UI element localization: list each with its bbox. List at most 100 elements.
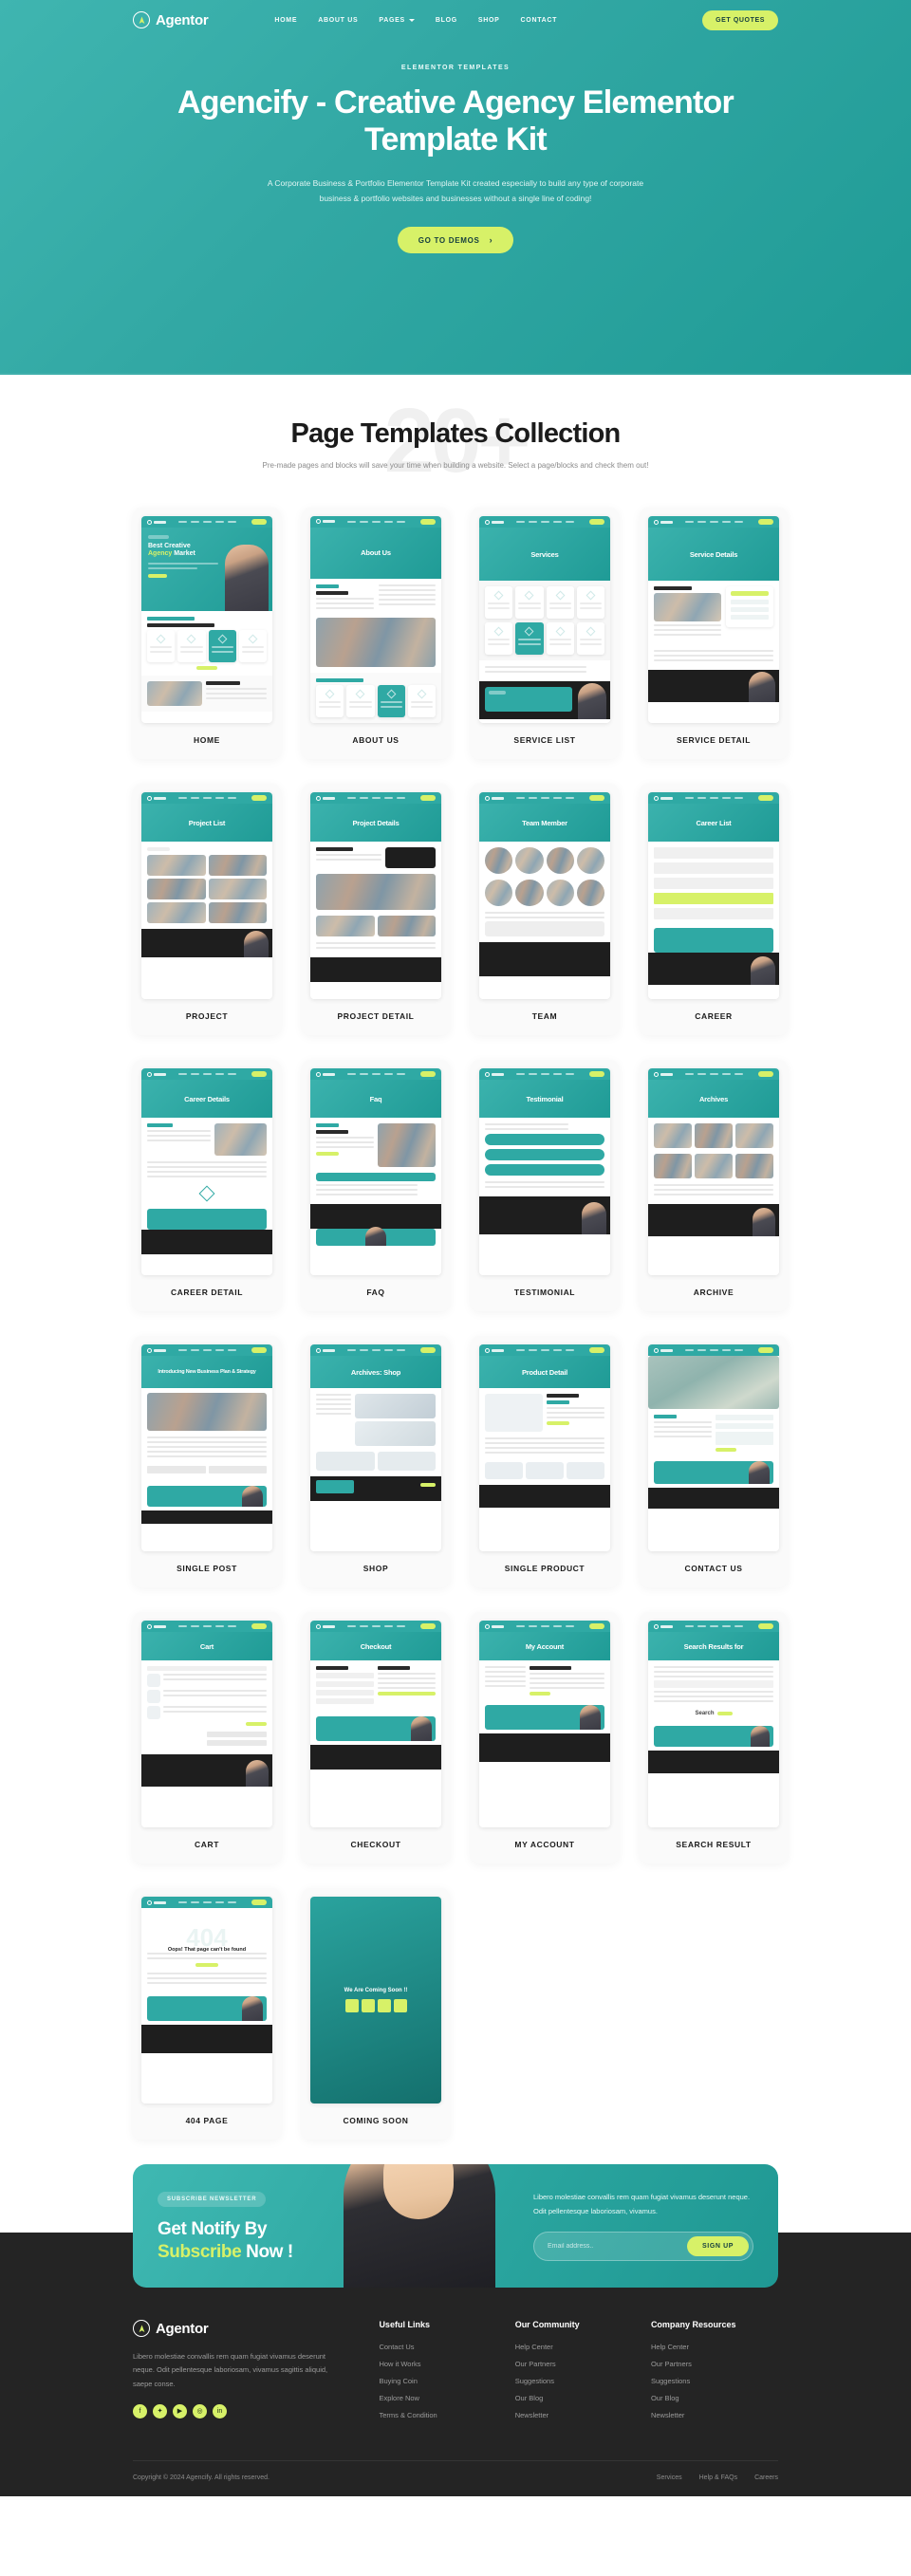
- signup-button[interactable]: SIGN UP: [687, 2236, 749, 2257]
- template-card[interactable]: Best Creative Agency Market HOME: [133, 508, 281, 759]
- mock-navbar: [479, 516, 610, 528]
- template-card[interactable]: Checkout CHECKOUT: [302, 1612, 450, 1863]
- footer-bottom-link[interactable]: Careers: [754, 2474, 778, 2481]
- nav-label: CONTACT: [520, 16, 558, 24]
- mock-navbar: [141, 792, 272, 804]
- template-thumbnail[interactable]: Project List: [141, 792, 272, 999]
- template-card[interactable]: Team Member TEAM: [471, 784, 619, 1035]
- template-thumbnail[interactable]: Project Details: [310, 792, 441, 999]
- template-card[interactable]: My Account MY ACCOUNT: [471, 1612, 619, 1863]
- template-card-label: HOME: [194, 735, 220, 745]
- footer-link[interactable]: Our Partners: [651, 2360, 778, 2368]
- footer-bottom-link[interactable]: Help & FAQs: [699, 2474, 737, 2481]
- template-thumbnail[interactable]: Archives: Shop: [310, 1344, 441, 1551]
- instagram-icon[interactable]: ◎: [193, 2403, 207, 2418]
- template-card[interactable]: Services SERVICE LIST: [471, 508, 619, 759]
- template-card-label: SERVICE DETAIL: [677, 735, 751, 745]
- template-thumbnail[interactable]: Best Creative Agency Market: [141, 516, 272, 723]
- email-input[interactable]: [548, 2243, 688, 2251]
- mock-navbar: [310, 792, 441, 804]
- nav-item-about-us[interactable]: ABOUT US: [318, 17, 358, 24]
- footer-logo[interactable]: Agentor: [133, 2320, 344, 2337]
- footer-link[interactable]: Newsletter: [651, 2411, 778, 2419]
- template-card[interactable]: Project List PROJECT: [133, 784, 281, 1035]
- footer-bottom-link[interactable]: Services: [657, 2474, 682, 2481]
- go-to-demos-button[interactable]: GO TO DEMOS ›: [397, 227, 514, 254]
- nav-item-blog[interactable]: BLOG: [436, 17, 457, 24]
- template-card[interactable]: Career Details CAREER DETAIL: [133, 1060, 281, 1311]
- footer-link[interactable]: Suggestions: [515, 2377, 617, 2385]
- youtube-icon[interactable]: ▶: [173, 2403, 187, 2418]
- template-card[interactable]: 404 Oops! That page can't be found 404 PAG…: [133, 1888, 281, 2140]
- template-card[interactable]: Project Details PROJECT DETAIL: [302, 784, 450, 1035]
- template-card[interactable]: Archives ARCHIVE: [640, 1060, 788, 1311]
- footer-link[interactable]: Help Center: [515, 2343, 617, 2351]
- mock-navbar: [479, 792, 610, 804]
- template-thumbnail[interactable]: [648, 1344, 779, 1551]
- footer-link[interactable]: Contact Us: [379, 2343, 480, 2351]
- footer-link[interactable]: Terms & Condition: [379, 2411, 480, 2419]
- template-card[interactable]: CONTACT US: [640, 1336, 788, 1587]
- mock-banner: Checkout: [310, 1632, 441, 1660]
- linkedin-icon[interactable]: in: [213, 2403, 227, 2418]
- template-card[interactable]: Cart CART: [133, 1612, 281, 1863]
- template-card[interactable]: Search Results for Search SEARCH RESULT: [640, 1612, 788, 1863]
- nav-label: ABOUT US: [318, 16, 359, 24]
- logo-mark-icon: [133, 11, 150, 28]
- nav-item-contact[interactable]: CONTACT: [521, 17, 558, 24]
- footer-link[interactable]: Our Blog: [651, 2394, 778, 2402]
- template-card[interactable]: Career List CAREER: [640, 784, 788, 1035]
- mock-banner: Testimonial: [479, 1080, 610, 1118]
- template-thumbnail[interactable]: Cart: [141, 1621, 272, 1827]
- grid-row: 404 Oops! That page can't be found 404 PAG…: [133, 1888, 778, 2140]
- template-thumbnail[interactable]: 404 Oops! That page can't be found: [141, 1897, 272, 2103]
- footer-link[interactable]: Our Blog: [515, 2394, 617, 2402]
- mock-navbar: [479, 1068, 610, 1080]
- footer-link[interactable]: Buying Coin: [379, 2377, 480, 2385]
- template-card-label: SEARCH RESULT: [676, 1840, 752, 1849]
- site-logo[interactable]: Agentor: [133, 11, 209, 28]
- template-card-label: SHOP: [363, 1564, 389, 1573]
- mock-navbar: [310, 1621, 441, 1632]
- template-card-label: 404 PAGE: [185, 2116, 229, 2125]
- template-thumbnail[interactable]: Faq: [310, 1068, 441, 1275]
- footer-link[interactable]: Help Center: [651, 2343, 778, 2351]
- template-card[interactable]: Product Detail SINGLE PRODUCT: [471, 1336, 619, 1587]
- template-thumbnail[interactable]: Introducing New Business Plan & Strategy: [141, 1344, 272, 1551]
- template-thumbnail[interactable]: Career List: [648, 792, 779, 999]
- mock-banner: Service Details: [648, 528, 779, 581]
- template-thumbnail[interactable]: Team Member: [479, 792, 610, 999]
- template-card[interactable]: We Are Coming Soon !! COMING SOON: [302, 1888, 450, 2140]
- template-card[interactable]: Testimonial TESTIMONIAL: [471, 1060, 619, 1311]
- template-card[interactable]: Introducing New Business Plan & Strategy…: [133, 1336, 281, 1587]
- get-quotes-button[interactable]: GET QUOTES: [702, 9, 778, 30]
- template-thumbnail[interactable]: Checkout: [310, 1621, 441, 1827]
- footer-link[interactable]: How it Works: [379, 2360, 480, 2368]
- facebook-icon[interactable]: f: [133, 2403, 147, 2418]
- footer-link[interactable]: Our Partners: [515, 2360, 617, 2368]
- template-thumbnail[interactable]: Career Details: [141, 1068, 272, 1275]
- template-thumbnail[interactable]: Archives: [648, 1068, 779, 1275]
- nav-item-pages[interactable]: PAGES: [379, 17, 415, 24]
- template-thumbnail[interactable]: My Account: [479, 1621, 610, 1827]
- hero-section: Agentor HOME ABOUT US PAGES BLOG SHOP CO…: [0, 0, 911, 375]
- twitter-icon[interactable]: ✦: [153, 2403, 167, 2418]
- template-thumbnail[interactable]: We Are Coming Soon !!: [310, 1897, 441, 2103]
- template-card[interactable]: Service Details SERVICE DETAIL: [640, 508, 788, 759]
- template-thumbnail[interactable]: Product Detail: [479, 1344, 610, 1551]
- template-thumbnail[interactable]: About Us: [310, 516, 441, 723]
- template-card[interactable]: Archives: Shop SHOP: [302, 1336, 450, 1587]
- template-thumbnail[interactable]: Testimonial: [479, 1068, 610, 1275]
- nav-item-shop[interactable]: SHOP: [478, 17, 500, 24]
- footer-link[interactable]: Explore Now: [379, 2394, 480, 2402]
- footer-link[interactable]: Newsletter: [515, 2411, 617, 2419]
- newsletter-section: SUBSCRIBE NEWSLETTER Get Notify By Subsc…: [0, 2164, 911, 2288]
- template-thumbnail[interactable]: Service Details: [648, 516, 779, 723]
- nav-item-home[interactable]: HOME: [274, 17, 297, 24]
- template-thumbnail[interactable]: Services: [479, 516, 610, 723]
- template-card[interactable]: Faq FAQ: [302, 1060, 450, 1311]
- template-thumbnail[interactable]: Search Results for Search: [648, 1621, 779, 1827]
- newsletter-title-line1: Get Notify By: [158, 2219, 268, 2240]
- footer-link[interactable]: Suggestions: [651, 2377, 778, 2385]
- template-card[interactable]: About Us ABOUT US: [302, 508, 450, 759]
